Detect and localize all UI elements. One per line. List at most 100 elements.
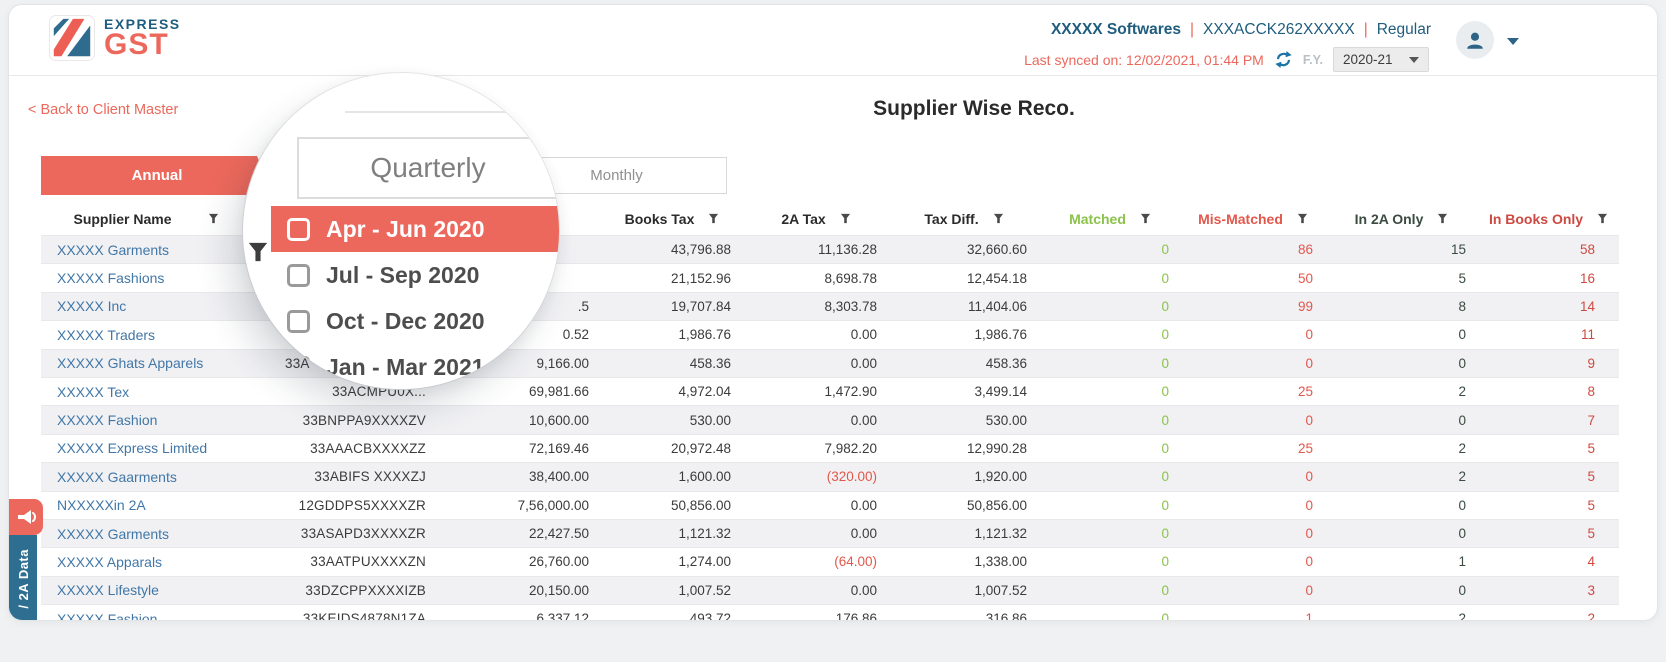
brand-logo[interactable]: EXPRESS GST [49, 15, 181, 61]
column-header-in_2a_only[interactable]: In 2A Only [1325, 211, 1478, 227]
top-bar: EXPRESS GST XXXXX Softwares | XXXACCK262… [9, 5, 1657, 76]
2a-tax-cell: (320.00) [743, 469, 889, 484]
client-name[interactable]: XXXXX Softwares [1051, 21, 1181, 39]
column-header-tax_diff[interactable]: Tax Diff. [889, 211, 1039, 227]
side-tab-2a-data[interactable]: / 2A Data [9, 535, 37, 621]
supplier-name-link[interactable]: XXXXX Garments [41, 242, 251, 258]
column-header-tax_2a[interactable]: 2A Tax [743, 211, 889, 227]
checkbox-icon[interactable] [287, 218, 310, 241]
in-books-only-count: 11 [1478, 327, 1619, 342]
mismatched-count: 0 [1181, 413, 1325, 428]
books-tax-cell: 50,856.00 [601, 498, 743, 513]
table-row: XXXXX Gaarments33ABIFS XXXXZJ38,400.001,… [41, 463, 1619, 491]
in-books-only-count: 8 [1478, 384, 1619, 399]
in-books-only-count: 5 [1478, 441, 1619, 456]
matched-count: 0 [1039, 242, 1181, 257]
checkbox-icon[interactable] [287, 356, 310, 379]
tax-diff-cell: 3,499.14 [889, 384, 1039, 399]
matched-count: 0 [1039, 611, 1181, 621]
2a-tax-cell: 0.00 [743, 327, 889, 342]
filter-funnel-icon-magnified[interactable] [247, 241, 269, 263]
in-books-only-count: 4 [1478, 554, 1619, 569]
sync-row: Last synced on: 12/02/2021, 01:44 PM F.Y… [1024, 47, 1429, 72]
2a-tax-cell: 0.00 [743, 356, 889, 371]
column-header-in_books_only[interactable]: In Books Only [1478, 211, 1619, 227]
supplier-name-link[interactable]: XXXXX Fashion [41, 611, 251, 621]
filter-funnel-icon[interactable] [840, 213, 851, 224]
table-row: XXXXX Fashion33BNPPA9XXXXZV10,600.00530.… [41, 406, 1619, 434]
supplier-name-link[interactable]: XXXXX Tex [41, 384, 251, 400]
supplier-name-link[interactable]: XXXXX Gaarments [41, 469, 251, 485]
in-2a-only-count: 0 [1325, 498, 1478, 513]
checkbox-icon[interactable] [287, 310, 310, 333]
mismatched-count: 0 [1181, 498, 1325, 513]
tax-diff-cell: 11,404.06 [889, 299, 1039, 314]
2a-tax-cell: 176.86 [743, 611, 889, 621]
page-background: EXPRESS GST XXXXX Softwares | XXXACCK262… [0, 0, 1666, 662]
quarter-option-label: Apr - Jun 2020 [326, 216, 485, 243]
brand-gst-text: GST [104, 30, 181, 60]
fy-select[interactable]: 2020-21 [1333, 47, 1429, 72]
filter-funnel-icon[interactable] [1437, 213, 1448, 224]
user-avatar[interactable] [1456, 21, 1494, 59]
column-header-matched[interactable]: Matched [1039, 211, 1181, 227]
in-2a-only-count: 1 [1325, 554, 1478, 569]
filter-funnel-icon[interactable] [208, 213, 219, 224]
user-menu-chevron-icon[interactable] [1507, 38, 1519, 45]
filter-funnel-icon[interactable] [708, 213, 719, 224]
gstin-cell: 33DZCPPXXXXIZB [251, 583, 446, 598]
mismatched-count: 25 [1181, 441, 1325, 456]
filter-funnel-icon[interactable] [1597, 213, 1608, 224]
in-books-only-count: 16 [1478, 271, 1619, 286]
matched-count: 0 [1039, 299, 1181, 314]
supplier-name-link[interactable]: XXXXX Express Limited [41, 440, 251, 456]
in-2a-only-count: 5 [1325, 271, 1478, 286]
2a-tax-cell: 0.00 [743, 413, 889, 428]
column-header-supplier_name[interactable]: Supplier Name [41, 211, 251, 227]
in-2a-only-count: 2 [1325, 469, 1478, 484]
filter-funnel-icon[interactable] [993, 213, 1004, 224]
mismatched-count: 0 [1181, 469, 1325, 484]
books-tax-cell: 458.36 [601, 356, 743, 371]
back-to-client-master-link[interactable]: < Back to Client Master [28, 102, 178, 118]
quarter-option-0[interactable]: Apr - Jun 2020 [271, 206, 559, 252]
checkbox-icon[interactable] [287, 264, 310, 287]
supplier-name-link[interactable]: XXXXX Apparals [41, 554, 251, 570]
matched-count: 0 [1039, 356, 1181, 371]
announcement-icon[interactable] [9, 499, 43, 535]
in-books-only-count: 14 [1478, 299, 1619, 314]
column-header-mismatched[interactable]: Mis-Matched [1181, 211, 1325, 227]
in-2a-only-count: 2 [1325, 611, 1478, 621]
supplier-name-link[interactable]: XXXXX Garments [41, 526, 251, 542]
supplier-name-link[interactable]: NXXXXXin 2A [41, 497, 251, 513]
quarter-dropdown: Apr - Jun 2020 Jul - Sep 2020Oct - Dec 20… [271, 206, 559, 389]
in-2a-only-count: 0 [1325, 583, 1478, 598]
column-header-books_tax[interactable]: Books Tax [601, 211, 743, 227]
2a-tax-cell: 8,303.78 [743, 299, 889, 314]
tax-diff-cell: 1,121.32 [889, 526, 1039, 541]
supplier-name-link[interactable]: XXXXX Ghats Apparels [41, 355, 251, 371]
in-books-only-count: 5 [1478, 469, 1619, 484]
tab-annual[interactable]: Annual [41, 156, 273, 195]
refresh-icon[interactable] [1274, 50, 1293, 69]
separator: | [1355, 21, 1377, 39]
supplier-name-link[interactable]: XXXXX Fashions [41, 270, 251, 286]
in-2a-only-count: 15 [1325, 242, 1478, 257]
gstin-cell: 33KEIDS4878N1ZA [251, 611, 446, 621]
2a-tax-cell: 8,698.78 [743, 271, 889, 286]
quarter-option-2[interactable]: Oct - Dec 2020 [271, 298, 559, 344]
quarter-option-3[interactable]: Jan - Mar 2021 [271, 344, 559, 389]
books-tax-cell: 493.72 [601, 611, 743, 621]
supplier-name-link[interactable]: XXXXX Inc [41, 298, 251, 314]
tab-quarterly-magnified[interactable]: Quarterly [297, 137, 559, 199]
supplier-name-link[interactable]: XXXXX Lifestyle [41, 582, 251, 598]
2a-tax-cell: 0.00 [743, 498, 889, 513]
2a-tax-cell: (64.00) [743, 554, 889, 569]
filter-funnel-icon[interactable] [1297, 213, 1308, 224]
books-value-cell: 26,760.00 [446, 554, 601, 569]
supplier-name-link[interactable]: XXXXX Traders [41, 327, 251, 343]
quarter-option-1[interactable]: Jul - Sep 2020 [271, 252, 559, 298]
supplier-name-link[interactable]: XXXXX Fashion [41, 412, 251, 428]
fy-label: F.Y. [1303, 53, 1323, 67]
filter-funnel-icon[interactable] [1140, 213, 1151, 224]
